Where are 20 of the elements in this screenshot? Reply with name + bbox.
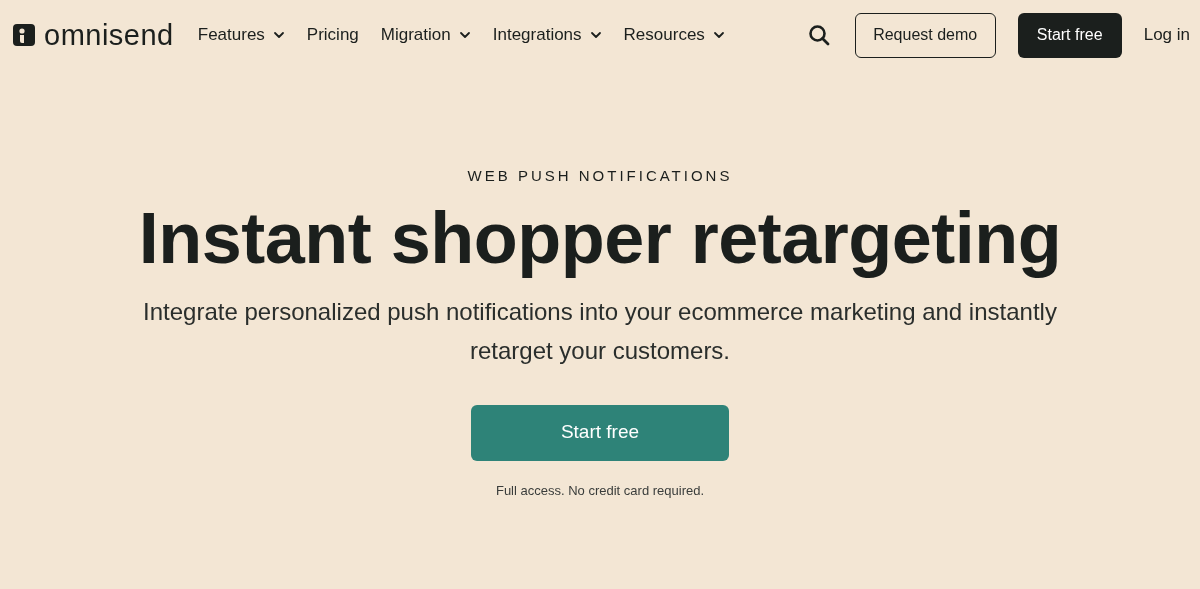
- section-eyebrow: WEB PUSH NOTIFICATIONS: [467, 166, 733, 186]
- chevron-down-icon: [272, 31, 285, 39]
- start-free-button[interactable]: Start free: [1017, 12, 1122, 58]
- chevron-down-icon: [712, 31, 725, 39]
- nav-link[interactable]: Features: [197, 22, 285, 48]
- start-free-cta-button[interactable]: Start free: [471, 404, 729, 461]
- nav-link[interactable]: Migration: [380, 22, 471, 48]
- cta-note: Full access. No credit card required.: [495, 481, 705, 500]
- nav-link[interactable]: Integrations: [492, 22, 602, 48]
- hero-heading: Instant shopper retargeting: [138, 197, 1062, 278]
- nav-link[interactable]: Pricing: [306, 22, 359, 48]
- logo-wordmark[interactable]: omnisend: [44, 20, 174, 50]
- chevron-down-icon: [458, 31, 471, 39]
- log-in-link[interactable]: Log in: [1143, 22, 1190, 48]
- hero-subtitle: Integrate personalized push notifications into your ecommerce marketing and instantly retarget your customers.: [142, 296, 1058, 366]
- nav-link[interactable]: Resources: [623, 22, 725, 48]
- request-demo-button[interactable]: Request demo: [854, 12, 996, 58]
- chevron-down-icon: [589, 31, 602, 39]
- logo-icon: [13, 24, 35, 46]
- search-icon[interactable]: [807, 24, 830, 46]
